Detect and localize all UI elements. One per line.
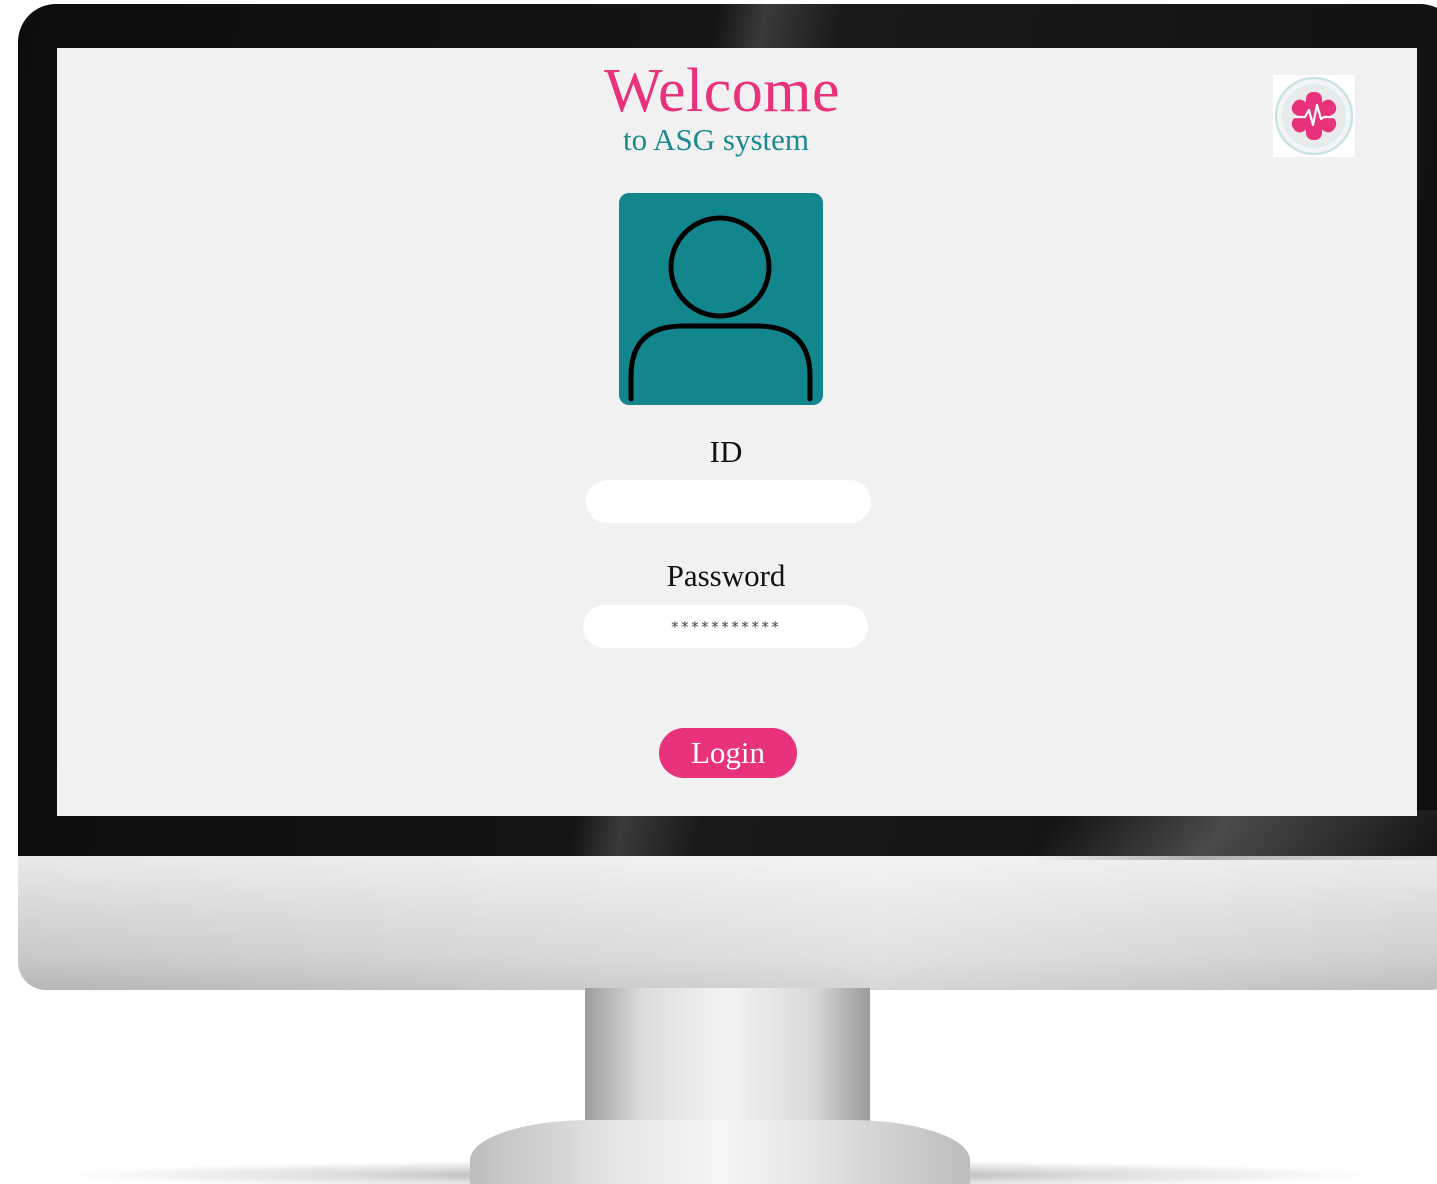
user-avatar-icon	[619, 193, 823, 405]
id-label: ID	[709, 434, 743, 469]
welcome-title: Welcome	[603, 57, 841, 125]
password-input[interactable]	[583, 605, 868, 648]
monitor-mockup: Welcome to ASG system ID Password ******…	[0, 0, 1437, 1184]
monitor-stand-base	[470, 1120, 970, 1184]
monitor-stand-neck	[585, 988, 870, 1138]
id-input[interactable]	[586, 480, 871, 523]
welcome-subtitle: to ASG system	[622, 122, 810, 157]
medical-star-heartbeat-icon	[1273, 75, 1355, 157]
login-button[interactable]: Login	[659, 728, 797, 778]
monitor-chin-shine	[18, 856, 1437, 990]
bezel-glare	[1035, 810, 1437, 860]
password-label: Password	[666, 558, 786, 593]
login-screen: Welcome to ASG system ID Password ******…	[57, 48, 1417, 816]
